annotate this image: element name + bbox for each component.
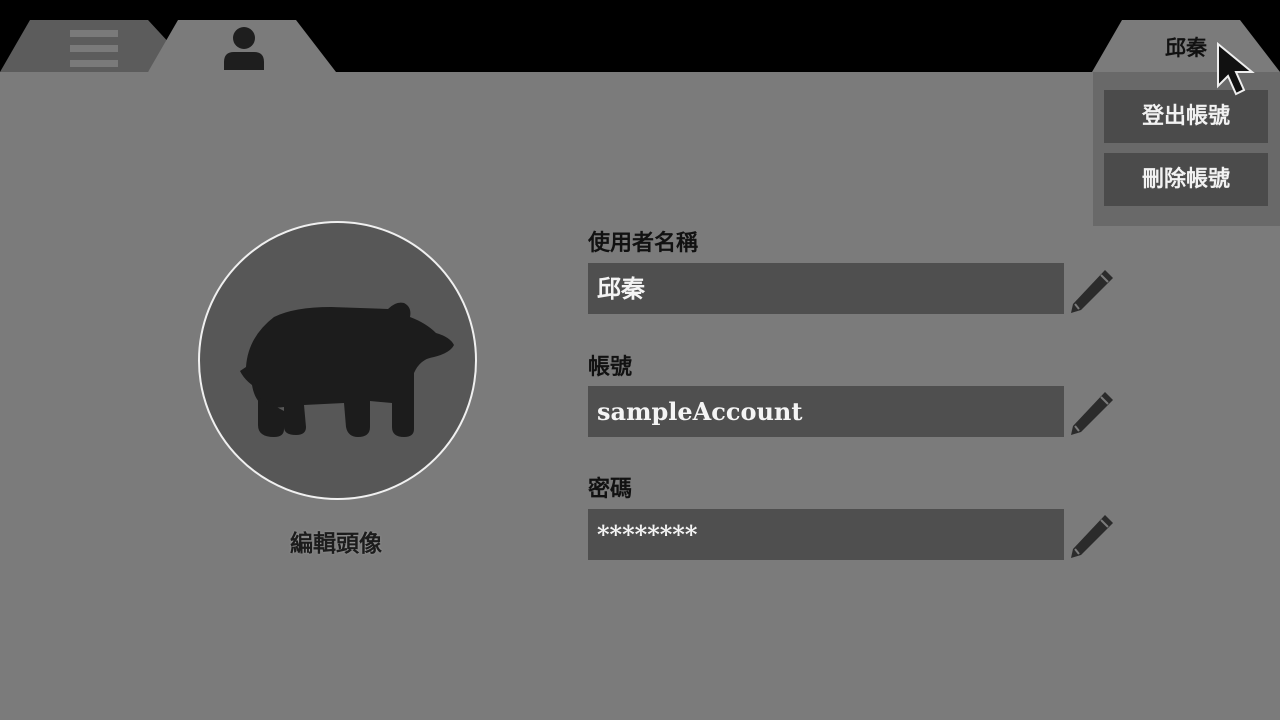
tab-profile[interactable]: [148, 20, 336, 72]
account-field[interactable]: sampleAccount: [588, 386, 1064, 437]
account-dropdown: 登出帳號 刪除帳號: [1093, 72, 1280, 226]
user-tab-label: 邱秦: [1165, 35, 1207, 60]
edit-password-pencil-icon[interactable]: [1067, 511, 1117, 559]
edit-account-pencil-icon[interactable]: [1067, 388, 1117, 436]
edit-username-pencil-icon[interactable]: [1067, 266, 1117, 314]
tab-menu[interactable]: [0, 20, 172, 72]
delete-account-button[interactable]: 刪除帳號: [1104, 153, 1268, 206]
user-icon: [224, 27, 264, 70]
edit-avatar-button[interactable]: 編輯頭像: [240, 524, 432, 558]
username-field[interactable]: 邱秦: [588, 263, 1064, 314]
user-account-tab[interactable]: 邱秦: [1092, 20, 1280, 72]
bear-icon: [240, 302, 454, 437]
hamburger-menu-icon: [70, 30, 118, 67]
account-label: 帳號: [588, 354, 633, 380]
avatar[interactable]: [198, 221, 477, 500]
password-field[interactable]: ********: [588, 509, 1064, 560]
logout-button[interactable]: 登出帳號: [1104, 90, 1268, 143]
password-label: 密碼: [588, 476, 633, 502]
username-label: 使用者名稱: [588, 230, 699, 256]
